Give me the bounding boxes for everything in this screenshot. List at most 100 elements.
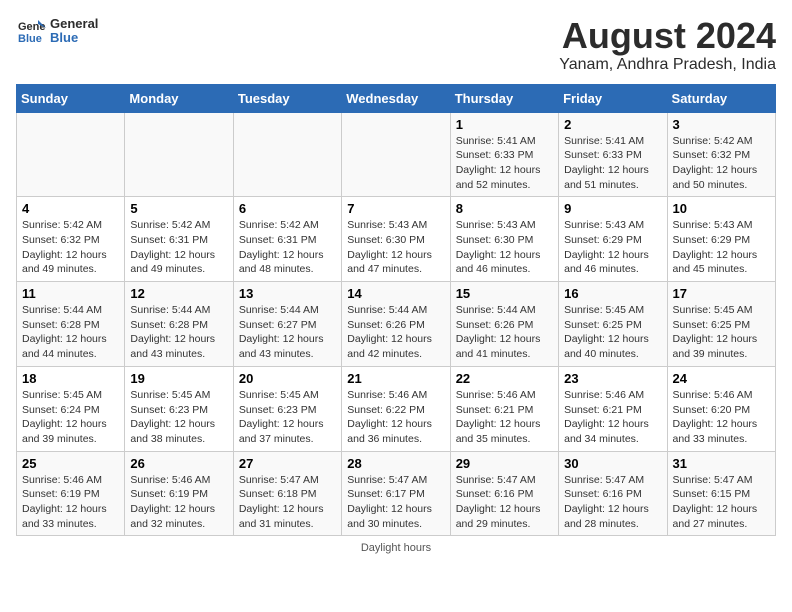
day-number: 30 bbox=[564, 456, 661, 471]
day-number: 25 bbox=[22, 456, 119, 471]
day-number: 21 bbox=[347, 371, 444, 386]
day-info: Sunrise: 5:43 AM Sunset: 6:29 PM Dayligh… bbox=[564, 218, 661, 277]
day-info: Sunrise: 5:44 AM Sunset: 6:28 PM Dayligh… bbox=[22, 303, 119, 362]
calendar-table: SundayMondayTuesdayWednesdayThursdayFrid… bbox=[16, 84, 776, 537]
day-number: 12 bbox=[130, 286, 227, 301]
day-number: 26 bbox=[130, 456, 227, 471]
day-number: 29 bbox=[456, 456, 553, 471]
calendar-cell bbox=[342, 112, 450, 197]
calendar-cell: 7 Sunrise: 5:43 AM Sunset: 6:30 PM Daylig… bbox=[342, 197, 450, 282]
day-info: Sunrise: 5:43 AM Sunset: 6:30 PM Dayligh… bbox=[347, 218, 444, 277]
calendar-title: August 2024 bbox=[559, 16, 776, 56]
calendar-cell: 25Sunrise: 5:46 AM Sunset: 6:19 PM Dayli… bbox=[17, 451, 125, 536]
day-info: Sunrise: 5:46 AM Sunset: 6:21 PM Dayligh… bbox=[456, 388, 553, 447]
svg-text:General: General bbox=[18, 21, 46, 33]
calendar-cell: 4 Sunrise: 5:42 AM Sunset: 6:32 PM Daylig… bbox=[17, 197, 125, 282]
calendar-header-row: SundayMondayTuesdayWednesdayThursdayFrid… bbox=[17, 84, 776, 112]
header-day-monday: Monday bbox=[125, 84, 233, 112]
header-day-tuesday: Tuesday bbox=[233, 84, 341, 112]
day-info: Sunrise: 5:45 AM Sunset: 6:24 PM Dayligh… bbox=[22, 388, 119, 447]
header-day-thursday: Thursday bbox=[450, 84, 558, 112]
calendar-cell: 5Sunrise: 5:42 AM Sunset: 6:31 PM Daylig… bbox=[125, 197, 233, 282]
calendar-cell: 2 Sunrise: 5:41 AM Sunset: 6:33 PM Daylig… bbox=[559, 112, 667, 197]
day-number: 10 bbox=[673, 201, 770, 216]
day-number: 9 bbox=[564, 201, 661, 216]
day-info: Sunrise: 5:42 AM Sunset: 6:32 PM Dayligh… bbox=[22, 218, 119, 277]
day-number: 20 bbox=[239, 371, 336, 386]
calendar-cell: 30 Sunrise: 5:47 AM Sunset: 6:16 PM Dayli… bbox=[559, 451, 667, 536]
calendar-cell: 26 Sunrise: 5:46 AM Sunset: 6:19 PM Dayli… bbox=[125, 451, 233, 536]
calendar-cell: 9 Sunrise: 5:43 AM Sunset: 6:29 PM Daylig… bbox=[559, 197, 667, 282]
header-day-friday: Friday bbox=[559, 84, 667, 112]
day-number: 18 bbox=[22, 371, 119, 386]
header-day-saturday: Saturday bbox=[667, 84, 775, 112]
week-row-2: 4 Sunrise: 5:42 AM Sunset: 6:32 PM Daylig… bbox=[17, 197, 776, 282]
calendar-cell: 1 Sunrise: 5:41 AM Sunset: 6:33 PM Daylig… bbox=[450, 112, 558, 197]
calendar-cell: 21 Sunrise: 5:46 AM Sunset: 6:22 PM Dayli… bbox=[342, 366, 450, 451]
calendar-cell: 16Sunrise: 5:45 AM Sunset: 6:25 PM Dayli… bbox=[559, 282, 667, 367]
calendar-cell: 31Sunrise: 5:47 AM Sunset: 6:15 PM Dayli… bbox=[667, 451, 775, 536]
week-row-3: 11 Sunrise: 5:44 AM Sunset: 6:28 PM Dayli… bbox=[17, 282, 776, 367]
day-info: Sunrise: 5:47 AM Sunset: 6:18 PM Dayligh… bbox=[239, 473, 336, 532]
day-number: 6 bbox=[239, 201, 336, 216]
logo-icon: General Blue bbox=[16, 16, 46, 46]
day-number: 1 bbox=[456, 117, 553, 132]
day-number: 31 bbox=[673, 456, 770, 471]
day-info: Sunrise: 5:42 AM Sunset: 6:32 PM Dayligh… bbox=[673, 134, 770, 193]
day-number: 3 bbox=[673, 117, 770, 132]
day-number: 8 bbox=[456, 201, 553, 216]
day-info: Sunrise: 5:47 AM Sunset: 6:17 PM Dayligh… bbox=[347, 473, 444, 532]
day-info: Sunrise: 5:42 AM Sunset: 6:31 PM Dayligh… bbox=[130, 218, 227, 277]
day-info: Sunrise: 5:44 AM Sunset: 6:27 PM Dayligh… bbox=[239, 303, 336, 362]
day-info: Sunrise: 5:41 AM Sunset: 6:33 PM Dayligh… bbox=[564, 134, 661, 193]
day-info: Sunrise: 5:43 AM Sunset: 6:29 PM Dayligh… bbox=[673, 218, 770, 277]
calendar-cell: 17 Sunrise: 5:45 AM Sunset: 6:25 PM Dayli… bbox=[667, 282, 775, 367]
page-header: General Blue General Blue August 2024 Ya… bbox=[16, 16, 776, 74]
calendar-cell: 13Sunrise: 5:44 AM Sunset: 6:27 PM Dayli… bbox=[233, 282, 341, 367]
day-info: Sunrise: 5:46 AM Sunset: 6:19 PM Dayligh… bbox=[130, 473, 227, 532]
calendar-cell: 14Sunrise: 5:44 AM Sunset: 6:26 PM Dayli… bbox=[342, 282, 450, 367]
day-number: 11 bbox=[22, 286, 119, 301]
calendar-cell: 19Sunrise: 5:45 AM Sunset: 6:23 PM Dayli… bbox=[125, 366, 233, 451]
day-number: 27 bbox=[239, 456, 336, 471]
day-number: 4 bbox=[22, 201, 119, 216]
calendar-cell: 29Sunrise: 5:47 AM Sunset: 6:16 PM Dayli… bbox=[450, 451, 558, 536]
header-day-wednesday: Wednesday bbox=[342, 84, 450, 112]
calendar-cell: 20 Sunrise: 5:45 AM Sunset: 6:23 PM Dayli… bbox=[233, 366, 341, 451]
day-number: 15 bbox=[456, 286, 553, 301]
day-number: 7 bbox=[347, 201, 444, 216]
calendar-cell: 23 Sunrise: 5:46 AM Sunset: 6:21 PM Dayli… bbox=[559, 366, 667, 451]
svg-text:Blue: Blue bbox=[18, 33, 42, 45]
calendar-cell bbox=[17, 112, 125, 197]
day-info: Sunrise: 5:42 AM Sunset: 6:31 PM Dayligh… bbox=[239, 218, 336, 277]
title-area: August 2024 Yanam, Andhra Pradesh, India bbox=[559, 16, 776, 74]
day-number: 17 bbox=[673, 286, 770, 301]
day-info: Sunrise: 5:45 AM Sunset: 6:23 PM Dayligh… bbox=[130, 388, 227, 447]
day-info: Sunrise: 5:43 AM Sunset: 6:30 PM Dayligh… bbox=[456, 218, 553, 277]
day-info: Sunrise: 5:44 AM Sunset: 6:26 PM Dayligh… bbox=[456, 303, 553, 362]
day-info: Sunrise: 5:46 AM Sunset: 6:21 PM Dayligh… bbox=[564, 388, 661, 447]
day-info: Sunrise: 5:44 AM Sunset: 6:28 PM Dayligh… bbox=[130, 303, 227, 362]
day-number: 2 bbox=[564, 117, 661, 132]
calendar-cell bbox=[233, 112, 341, 197]
day-number: 24 bbox=[673, 371, 770, 386]
calendar-cell: 24Sunrise: 5:46 AM Sunset: 6:20 PM Dayli… bbox=[667, 366, 775, 451]
day-number: 14 bbox=[347, 286, 444, 301]
calendar-subtitle: Yanam, Andhra Pradesh, India bbox=[559, 56, 776, 74]
calendar-cell: 12 Sunrise: 5:44 AM Sunset: 6:28 PM Dayli… bbox=[125, 282, 233, 367]
calendar-cell: 3 Sunrise: 5:42 AM Sunset: 6:32 PM Daylig… bbox=[667, 112, 775, 197]
day-info: Sunrise: 5:46 AM Sunset: 6:22 PM Dayligh… bbox=[347, 388, 444, 447]
day-number: 16 bbox=[564, 286, 661, 301]
logo-line1: General bbox=[50, 17, 98, 31]
calendar-cell: 18 Sunrise: 5:45 AM Sunset: 6:24 PM Dayli… bbox=[17, 366, 125, 451]
calendar-cell: 10 Sunrise: 5:43 AM Sunset: 6:29 PM Dayli… bbox=[667, 197, 775, 282]
calendar-cell: 28Sunrise: 5:47 AM Sunset: 6:17 PM Dayli… bbox=[342, 451, 450, 536]
day-number: 23 bbox=[564, 371, 661, 386]
calendar-cell: 22Sunrise: 5:46 AM Sunset: 6:21 PM Dayli… bbox=[450, 366, 558, 451]
day-info: Sunrise: 5:45 AM Sunset: 6:23 PM Dayligh… bbox=[239, 388, 336, 447]
day-info: Sunrise: 5:45 AM Sunset: 6:25 PM Dayligh… bbox=[673, 303, 770, 362]
day-info: Sunrise: 5:47 AM Sunset: 6:16 PM Dayligh… bbox=[564, 473, 661, 532]
calendar-cell: 6 Sunrise: 5:42 AM Sunset: 6:31 PM Daylig… bbox=[233, 197, 341, 282]
footer-note: Daylight hours bbox=[16, 542, 776, 554]
day-info: Sunrise: 5:41 AM Sunset: 6:33 PM Dayligh… bbox=[456, 134, 553, 193]
